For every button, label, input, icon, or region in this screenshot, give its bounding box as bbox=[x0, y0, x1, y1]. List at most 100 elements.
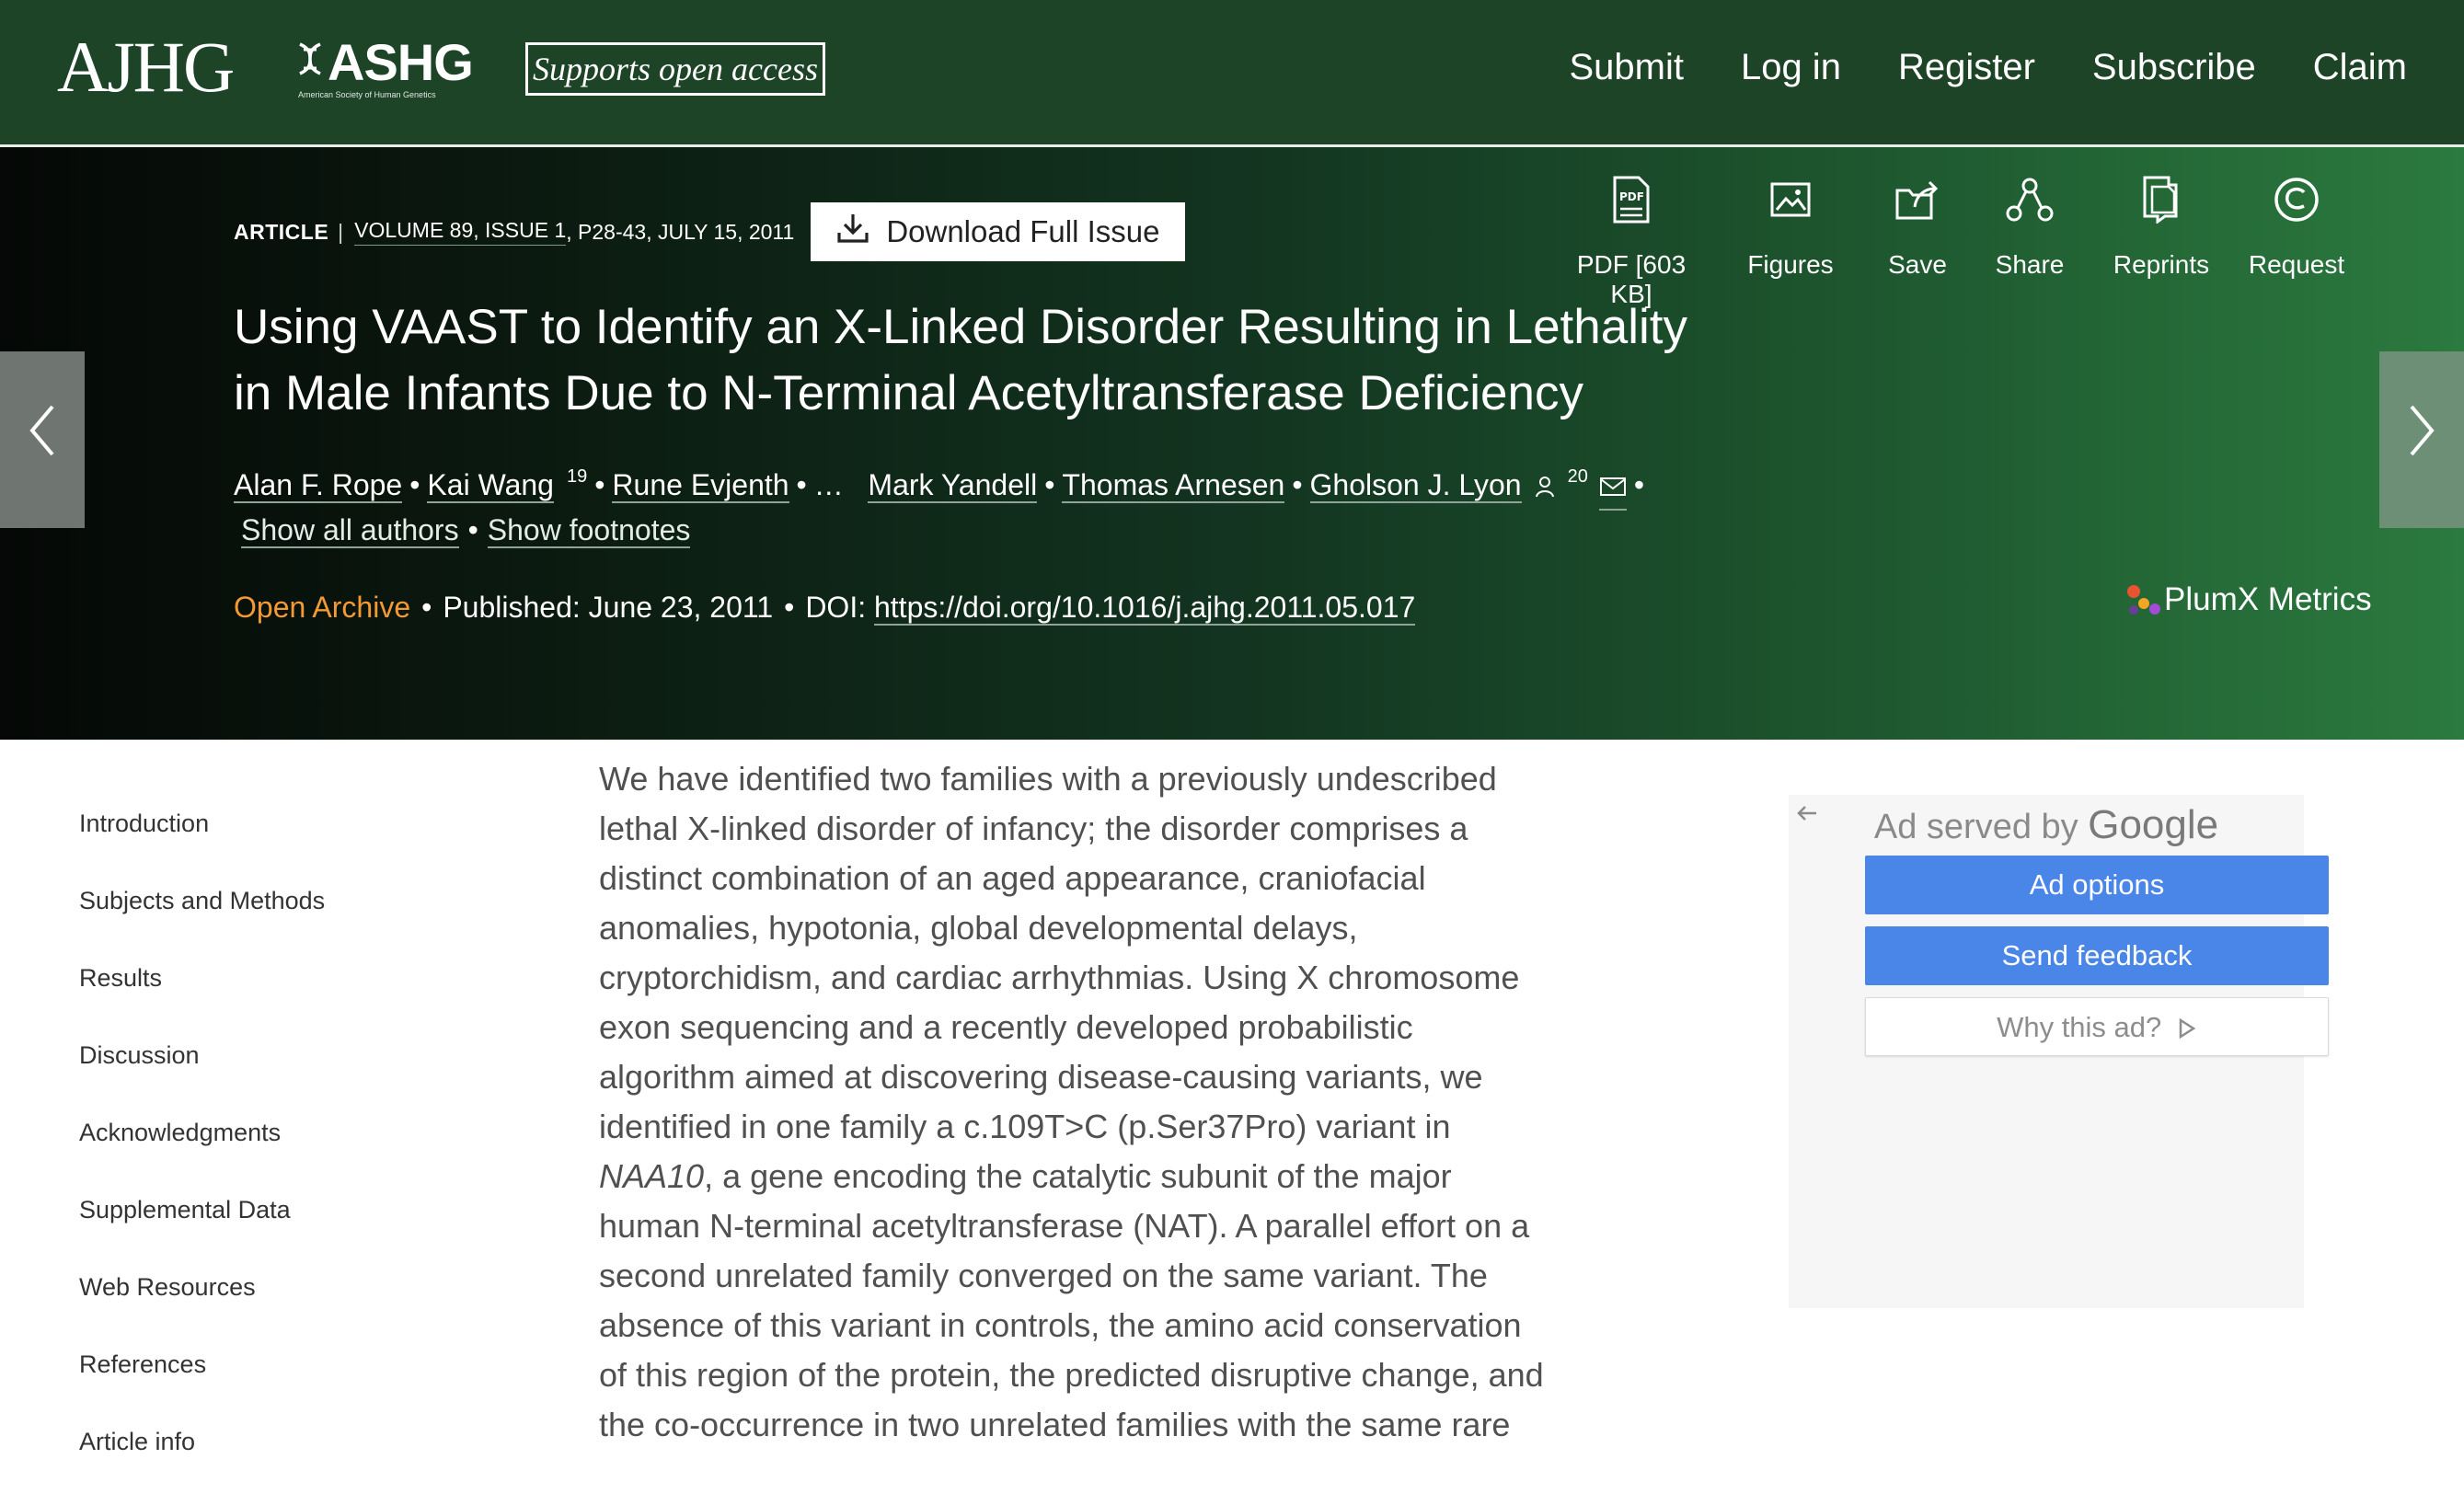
open-access-badge[interactable]: Supports open access bbox=[525, 42, 825, 96]
send-feedback-button[interactable]: Send feedback bbox=[1865, 926, 2329, 985]
nav-login[interactable]: Log in bbox=[1741, 35, 1841, 99]
gene-name: NAA10 bbox=[599, 1157, 705, 1195]
person-icon[interactable] bbox=[1535, 465, 1555, 510]
download-full-issue-button[interactable]: Download Full Issue bbox=[811, 202, 1186, 261]
nav-submit[interactable]: Submit bbox=[1569, 35, 1684, 99]
doi-label: DOI: bbox=[805, 591, 867, 624]
next-article-button[interactable] bbox=[2379, 351, 2464, 528]
separator-dot: • bbox=[421, 591, 432, 624]
published-date: Published: June 23, 2011 bbox=[443, 591, 774, 624]
society-logo-text: ASHG bbox=[328, 33, 474, 91]
article-header: ARTICLE | VOLUME 89, ISSUE 1 , P28-43, J… bbox=[0, 147, 2464, 740]
abstract-text: We have identified two families with a p… bbox=[599, 754, 1556, 1450]
pages-date: , P28-43, JULY 15, 2011 bbox=[566, 219, 795, 244]
svg-text:PDF: PDF bbox=[1619, 190, 1644, 203]
download-label: Download Full Issue bbox=[886, 214, 1160, 248]
author-separator: • bbox=[1292, 468, 1303, 501]
reprints-button[interactable]: Reprints bbox=[2113, 175, 2210, 309]
chevron-right-icon bbox=[2406, 400, 2437, 472]
author-name[interactable]: Gholson J. Lyon bbox=[1309, 468, 1522, 503]
share-icon bbox=[2006, 177, 2054, 229]
author-separator: • bbox=[1044, 468, 1055, 501]
why-this-ad-label: Why this ad? bbox=[1997, 1011, 2162, 1043]
open-archive-label: Open Archive bbox=[234, 591, 411, 624]
request-label: Request bbox=[2248, 250, 2345, 279]
top-bar: AJHG ASHG American Society of Human Gene… bbox=[0, 0, 2464, 147]
google-logo: Google bbox=[2088, 802, 2219, 847]
dna-icon bbox=[296, 42, 324, 89]
article-tools: PDF PDF [603 KB] Figures Save Share Repr… bbox=[1553, 175, 2350, 309]
show-footnotes-link[interactable]: Show footnotes bbox=[487, 513, 691, 548]
authors-ellipsis: … bbox=[813, 468, 844, 501]
article-meta: ARTICLE | VOLUME 89, ISSUE 1 , P28-43, J… bbox=[234, 202, 1186, 261]
toc-acknowledgments[interactable]: Acknowledgments bbox=[79, 1119, 325, 1196]
author-name[interactable]: Mark Yandell bbox=[868, 468, 1038, 503]
toc-references[interactable]: References bbox=[79, 1350, 325, 1428]
reprints-icon bbox=[2141, 176, 2182, 230]
author-separator: • bbox=[594, 468, 605, 501]
nav-register[interactable]: Register bbox=[1898, 35, 2035, 99]
article-title: Using VAAST to Identify an X-Linked Diso… bbox=[234, 300, 1688, 420]
adchoices-icon bbox=[2170, 1011, 2197, 1043]
publication-info: Open Archive • Published: June 23, 2011 • DO… bbox=[234, 585, 1416, 629]
author-name[interactable]: Thomas Arnesen bbox=[1062, 468, 1285, 503]
journal-logo[interactable]: AJHG bbox=[57, 26, 235, 109]
reprints-label: Reprints bbox=[2113, 250, 2210, 279]
share-label: Share bbox=[1995, 250, 2065, 279]
save-button[interactable]: Save bbox=[1877, 175, 1958, 309]
author-name[interactable]: Alan F. Rope bbox=[234, 468, 403, 503]
author-name[interactable]: Rune Evjenth bbox=[612, 468, 789, 503]
toc-introduction[interactable]: Introduction bbox=[79, 810, 325, 887]
doi-link[interactable]: https://doi.org/10.1016/j.ajhg.2011.05.0… bbox=[873, 591, 1416, 626]
section-nav: Introduction Subjects and Methods Result… bbox=[79, 810, 325, 1505]
toc-results[interactable]: Results bbox=[79, 964, 325, 1041]
separator-dot: • bbox=[784, 591, 795, 624]
why-this-ad-button[interactable]: Why this ad? bbox=[1865, 997, 2329, 1056]
toc-subjects-and-methods[interactable]: Subjects and Methods bbox=[79, 887, 325, 964]
toc-discussion[interactable]: Discussion bbox=[79, 1041, 325, 1119]
pdf-download-button[interactable]: PDF PDF [603 KB] bbox=[1553, 175, 1710, 309]
toc-supplemental-data[interactable]: Supplemental Data bbox=[79, 1196, 325, 1273]
figures-button[interactable]: Figures bbox=[1730, 175, 1851, 309]
plumx-metrics-link[interactable]: PlumX Metrics bbox=[2125, 580, 2372, 620]
request-button[interactable]: Request bbox=[2243, 175, 2350, 309]
author-list: Alan F. Rope • Kai Wang 19 • Rune Evjenth •… M… bbox=[234, 454, 1652, 511]
show-all-authors-link[interactable]: Show all authors bbox=[241, 513, 459, 548]
toc-web-resources[interactable]: Web Resources bbox=[79, 1273, 325, 1350]
author-separator: • bbox=[1633, 468, 1645, 501]
meta-separator: | bbox=[338, 219, 344, 244]
download-icon bbox=[836, 213, 869, 251]
save-label: Save bbox=[1888, 250, 1947, 279]
society-subtitle: American Society of Human Genetics bbox=[298, 90, 436, 99]
chevron-left-icon bbox=[27, 400, 58, 472]
abstract-part-2: , a gene encoding the catalytic subunit … bbox=[599, 1157, 1544, 1443]
email-icon[interactable] bbox=[1598, 465, 1627, 511]
author-separator: • bbox=[796, 468, 807, 501]
nav-claim[interactable]: Claim bbox=[2313, 35, 2407, 99]
author-affiliation-count[interactable]: 20 bbox=[1568, 466, 1588, 487]
society-logo[interactable]: ASHG American Society of Human Genetics bbox=[296, 33, 474, 100]
previous-article-button[interactable] bbox=[0, 351, 85, 528]
top-nav: Submit Log in Register Subscribe Claim bbox=[1569, 35, 2407, 99]
author-name[interactable]: Kai Wang bbox=[427, 468, 554, 503]
plumx-icon bbox=[2125, 580, 2160, 620]
article-type: ARTICLE bbox=[234, 219, 329, 244]
author-separator: • bbox=[409, 468, 420, 501]
ad-options-button[interactable]: Ad options bbox=[1865, 856, 2329, 914]
image-icon bbox=[1769, 181, 1812, 224]
folder-save-icon bbox=[1894, 178, 1940, 228]
pdf-label: PDF [603 KB] bbox=[1576, 250, 1687, 308]
share-button[interactable]: Share bbox=[1987, 175, 2072, 309]
abstract-part-1: We have identified two families with a p… bbox=[599, 760, 1520, 1145]
author-affiliation-count[interactable]: 19 bbox=[567, 466, 587, 487]
nav-subscribe[interactable]: Subscribe bbox=[2092, 35, 2256, 99]
plumx-label: PlumX Metrics bbox=[2164, 581, 2372, 617]
volume-issue-link[interactable]: VOLUME 89, ISSUE 1 bbox=[354, 218, 567, 246]
toc-article-info[interactable]: Article info bbox=[79, 1428, 325, 1505]
copyright-icon bbox=[2273, 176, 2320, 230]
ad-panel: Ad served by Google Ad options Send feed… bbox=[1789, 795, 2329, 1308]
separator-dot: • bbox=[467, 513, 478, 546]
ad-served-by: Ad served by Google bbox=[1789, 802, 2304, 848]
figures-label: Figures bbox=[1747, 250, 1834, 279]
author-options: Show all authors • Show footnotes bbox=[241, 508, 691, 552]
